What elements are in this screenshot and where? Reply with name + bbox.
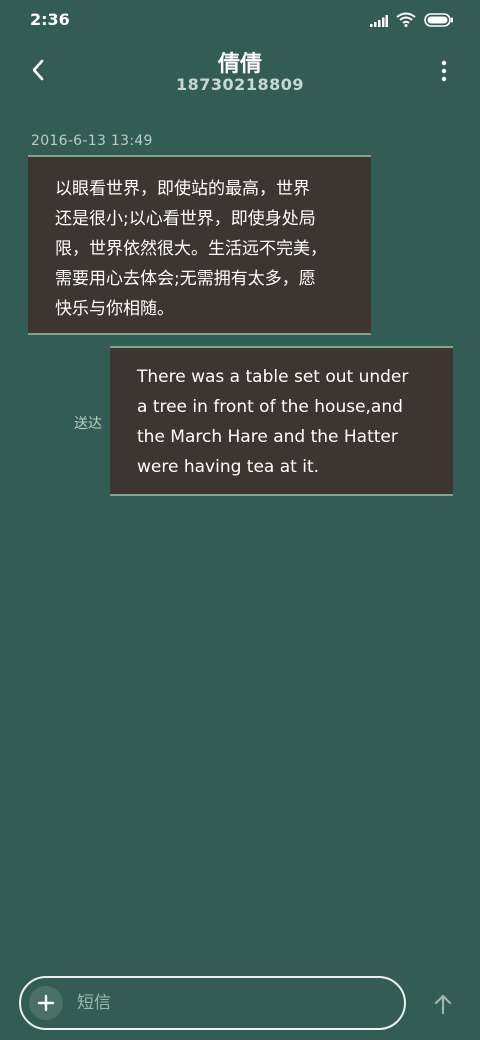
attach-button[interactable] [29, 986, 63, 1020]
more-vertical-icon [441, 60, 447, 82]
messaging-screen: 2:36 倩倩 18730218809 2016-6-13 13:49 以眼看世… [0, 0, 480, 1040]
message-line: 还是很小;以心看世界，即使身处局 [55, 209, 316, 229]
plus-icon [37, 994, 55, 1012]
send-button[interactable] [428, 989, 458, 1019]
message-line: the March Hare and the Hatter [137, 427, 398, 447]
message-line: a tree in front of the house,and [137, 397, 403, 417]
signal-icon [370, 12, 388, 31]
message-line: 以眼看世界，即使站的最高，世界 [55, 179, 310, 199]
outgoing-message-bubble[interactable]: There was a table set out under a tree i… [110, 346, 453, 496]
message-line: 快乐与你相随。 [55, 299, 174, 319]
more-options-button[interactable] [432, 56, 456, 86]
contact-number: 18730218809 [176, 75, 304, 94]
message-composer [19, 976, 406, 1030]
message-timestamp: 2016-6-13 13:49 [31, 133, 153, 149]
message-line: 限，世界依然很大。生活远不完美， [55, 239, 327, 259]
status-icons [370, 12, 454, 31]
battery-icon [424, 12, 454, 31]
contact-name: 倩倩 [217, 52, 262, 77]
status-time: 2:36 [30, 10, 70, 29]
message-line: 需要用心去体会;无需拥有太多，愿 [55, 269, 316, 289]
conversation-header: 倩倩 18730218809 [0, 40, 480, 110]
status-bar: 2:36 [0, 0, 480, 40]
message-line: There was a table set out under [137, 367, 409, 387]
arrow-up-icon [434, 994, 452, 1015]
incoming-message-bubble[interactable]: 以眼看世界，即使站的最高，世界 还是很小;以心看世界，即使身处局 限，世界依然很… [28, 155, 371, 335]
message-input[interactable] [77, 989, 377, 1017]
message-line: were having tea at it. [137, 457, 320, 477]
wifi-icon [396, 12, 416, 31]
delivery-status: 送达 [74, 416, 102, 432]
